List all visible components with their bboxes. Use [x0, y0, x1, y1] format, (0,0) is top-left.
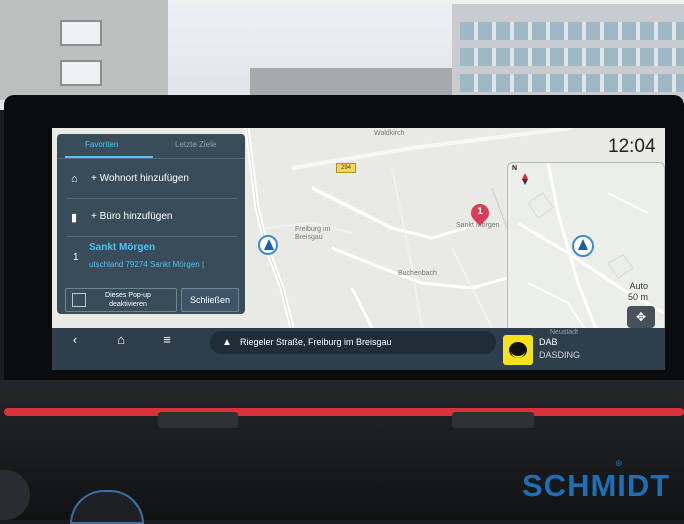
home-icon: ⌂	[71, 173, 78, 185]
infotainment-screen: 12:04 Waldkirch Freiburg im Breisgau San…	[52, 128, 665, 370]
background-building-right	[452, 4, 684, 100]
dealer-watermark: SCHMIDT	[522, 468, 671, 503]
station-logo	[503, 335, 533, 365]
add-home-label: + Wohnort hinzufügen	[91, 173, 189, 184]
destination-pin-number: 1	[477, 206, 483, 217]
checkbox-box[interactable]	[72, 293, 86, 307]
road-number-badge: 294	[336, 163, 356, 173]
map-scale: 50 m	[628, 292, 649, 302]
favorite-index: 1	[73, 252, 79, 263]
radio-widget[interactable]: DAB DASDING	[501, 333, 661, 368]
current-position-arrow-icon	[258, 235, 278, 255]
favorite-address: utschland 79274 Sankt Mörgen |	[89, 260, 205, 269]
favorites-popup: Favoriten Letzte Ziele ⌂ + Wohnort hinzu…	[57, 134, 245, 314]
building-icon: ▮	[71, 212, 78, 224]
building-window	[60, 20, 102, 46]
close-button[interactable]: Schließen	[181, 288, 239, 312]
home-icon[interactable]: ⌂	[106, 330, 136, 350]
route-info[interactable]: ▲ Riegeler Straße, Freiburg im Breisgau	[210, 331, 496, 354]
map-label-freiburg: Freiburg im Breisgau	[295, 226, 331, 241]
tab-favoriten[interactable]: Favoriten	[85, 140, 118, 149]
tab-divider	[57, 158, 245, 159]
ambient-light-strip	[4, 408, 684, 416]
divider	[67, 236, 237, 237]
background-building-left	[0, 0, 168, 100]
add-home-button[interactable]: ⌂ + Wohnort hinzufügen	[57, 162, 245, 196]
building-window-row	[460, 48, 684, 66]
vent-slot	[452, 412, 534, 428]
add-office-button[interactable]: ▮ + Büro hinzufügen	[57, 200, 245, 234]
tab-letzte-ziele[interactable]: Letzte Ziele	[175, 140, 216, 149]
favorite-title: Sankt Mörgen	[89, 242, 156, 253]
favorite-item[interactable]: 1 Sankt Mörgen utschland 79274 Sankt Mör…	[57, 238, 245, 278]
building-window-row	[460, 22, 684, 40]
add-office-label: + Büro hinzufügen	[91, 211, 173, 222]
building-window-row	[460, 74, 684, 92]
map-label-waldkirch: Waldkirch	[374, 130, 405, 137]
zoom-scale: Auto 50 m	[628, 281, 648, 303]
building-window	[60, 60, 102, 86]
menu-icon[interactable]: ≡	[152, 330, 182, 350]
radio-station: DASDING	[539, 350, 581, 360]
map-label-buchenbach: Buchenbach	[398, 270, 437, 277]
current-street: Riegeler Straße, Freiburg im Breisgau	[240, 337, 392, 347]
popup-tabs: Favoriten Letzte Ziele	[57, 134, 245, 159]
minimap-position-arrow-icon	[572, 235, 594, 257]
vent-slot	[158, 412, 238, 428]
zoom-mode: Auto	[629, 281, 649, 291]
back-icon[interactable]: ‹	[60, 330, 90, 350]
radio-band: DAB	[539, 337, 558, 347]
map-label-neustadt: Neustadt	[550, 329, 579, 336]
checkbox-label: Dieses Pop-up deaktivieren	[105, 292, 151, 308]
poi-search-icon[interactable]: ✥	[627, 306, 655, 328]
divider	[67, 198, 237, 199]
disable-popup-checkbox[interactable]: Dieses Pop-up deaktivieren	[65, 288, 177, 312]
clock: 12:04	[608, 136, 656, 157]
compass-icon[interactable]: N	[512, 165, 528, 185]
direction-arrow-icon: ▲	[222, 337, 232, 348]
